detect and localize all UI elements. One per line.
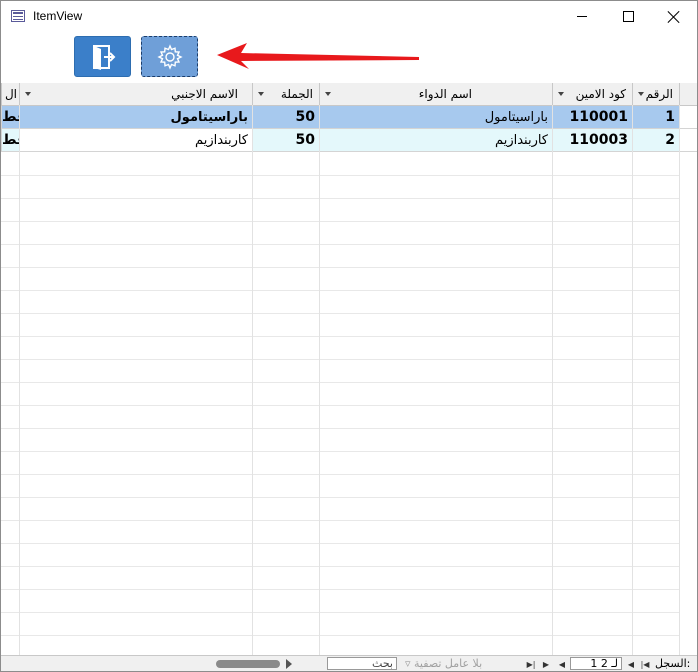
title-bar: ItemView: [1, 1, 697, 32]
navigation-bar: بحث ▿ بلا عامل تصفية ▶| ▶ ◀ 1 لـ 2 ◀ |◀ …: [1, 655, 697, 671]
maximize-button[interactable]: [605, 1, 651, 32]
column-header-label: الجملة: [280, 87, 313, 101]
grid-line: [252, 105, 253, 655]
grid-line: [1, 474, 679, 475]
gear-icon: [156, 43, 183, 70]
grid-line: [1, 382, 679, 383]
cell-code[interactable]: 110003: [552, 129, 632, 152]
horizontal-scrollbar[interactable]: [1, 656, 297, 671]
column-header-drug-name[interactable]: اسم الدواء: [319, 83, 552, 105]
cell-extra[interactable]: قط: [1, 129, 19, 152]
cell-code[interactable]: 110001: [552, 106, 632, 129]
grid-line: [632, 105, 633, 655]
grid-line: [319, 105, 320, 655]
grid-line: [1, 244, 679, 245]
cell-wholesale[interactable]: 50: [252, 106, 319, 129]
close-button[interactable]: [651, 1, 697, 32]
grid-line: [1, 635, 679, 636]
cell-foreign-name[interactable]: كاربندازيم: [19, 129, 252, 152]
cell-row-no[interactable]: 1: [632, 106, 679, 129]
scrollbar-thumb[interactable]: [216, 660, 280, 668]
minimize-button[interactable]: [559, 1, 605, 32]
grid-line: [1, 221, 679, 222]
previous-record-icon[interactable]: ◀: [625, 658, 637, 670]
annotation-arrow: [217, 43, 419, 69]
record-selector[interactable]: [679, 106, 697, 129]
scroll-right-arrow-icon[interactable]: [286, 659, 292, 669]
cell-row-no[interactable]: 2: [632, 129, 679, 152]
grid-line: [1, 290, 679, 291]
grid-line: [1, 497, 679, 498]
table-row[interactable]: قط باراسيتامول 50 باراسيتامول 110001 1: [1, 106, 697, 129]
cell-wholesale[interactable]: 50: [252, 129, 319, 152]
first-record-icon[interactable]: |◀: [639, 658, 651, 670]
exit-button[interactable]: [74, 36, 131, 77]
grid-line: [1, 198, 679, 199]
column-header-label: اسم الدواء: [418, 87, 472, 101]
grid-line: [1, 612, 679, 613]
column-header-label: الاسم الاجنبي: [171, 87, 238, 101]
cell-drug-name[interactable]: كاربندازيم: [319, 129, 552, 152]
column-header-wholesale[interactable]: الجملة: [252, 83, 319, 105]
next-record-icon[interactable]: ▶: [540, 658, 552, 670]
column-header-row-no[interactable]: الرقم: [632, 83, 679, 105]
column-header-extra[interactable]: ال: [1, 83, 19, 105]
record-label: السجل:: [655, 657, 691, 670]
column-header-foreign-name[interactable]: الاسم الاجنبي: [19, 83, 252, 105]
cell-drug-name[interactable]: باراسيتامول: [319, 106, 552, 129]
grid-line: [1, 313, 679, 314]
window-title: ItemView: [33, 9, 83, 23]
dropdown-arrow-icon[interactable]: [325, 92, 331, 96]
dropdown-arrow-icon[interactable]: [25, 92, 31, 96]
grid-line: [19, 105, 20, 655]
item-view-window: ItemView ال الاسم الاجنبي الجملة اسم الد…: [0, 0, 698, 672]
column-header-label: كود الامين: [575, 87, 626, 101]
grid-line: [1, 566, 679, 567]
settings-button[interactable]: [141, 36, 198, 77]
column-header-row: ال الاسم الاجنبي الجملة اسم الدواء كود ا…: [1, 83, 697, 106]
exit-door-icon: [92, 44, 115, 70]
grid-line: [1, 336, 679, 337]
minimize-icon: [577, 16, 587, 17]
grid-line: [1, 589, 679, 590]
grid-line: [1, 428, 679, 429]
column-header-label: الرقم: [645, 87, 673, 101]
dropdown-arrow-icon[interactable]: [638, 92, 644, 96]
dropdown-arrow-icon[interactable]: [558, 92, 564, 96]
column-header-label: ال: [4, 87, 17, 101]
grid-line: [552, 105, 553, 655]
grid-line: [1, 451, 679, 452]
cell-extra[interactable]: قط: [1, 106, 19, 129]
grid-line: [1, 405, 679, 406]
grid-line: [1, 543, 679, 544]
grid-line: [1, 267, 679, 268]
previous-record-icon[interactable]: ◀: [556, 658, 568, 670]
record-selector[interactable]: [679, 129, 697, 152]
column-header-code[interactable]: كود الامين: [552, 83, 632, 105]
current-record-field[interactable]: 1 لـ 2: [570, 657, 622, 670]
search-input[interactable]: بحث: [327, 657, 397, 670]
table-row[interactable]: قط كاربندازيم 50 كاربندازيم 110003 2: [1, 129, 697, 152]
last-record-icon[interactable]: ▶|: [525, 658, 537, 670]
maximize-icon: [622, 11, 634, 22]
filter-label: بلا عامل تصفية: [414, 657, 483, 670]
datasheet-grid: ال الاسم الاجنبي الجملة اسم الدواء كود ا…: [1, 83, 697, 655]
grid-line: [1, 175, 679, 176]
grid-line: [1, 520, 679, 521]
dropdown-arrow-icon[interactable]: [258, 92, 264, 96]
filter-funnel-icon: ▿: [405, 657, 411, 670]
filter-indicator[interactable]: ▿ بلا عامل تصفية: [405, 656, 483, 671]
form-icon: [11, 10, 25, 22]
cell-foreign-name[interactable]: باراسيتامول: [19, 106, 252, 129]
grid-line: [679, 105, 680, 655]
close-icon: [668, 11, 680, 23]
select-all-button[interactable]: [679, 83, 697, 105]
grid-line: [1, 359, 679, 360]
